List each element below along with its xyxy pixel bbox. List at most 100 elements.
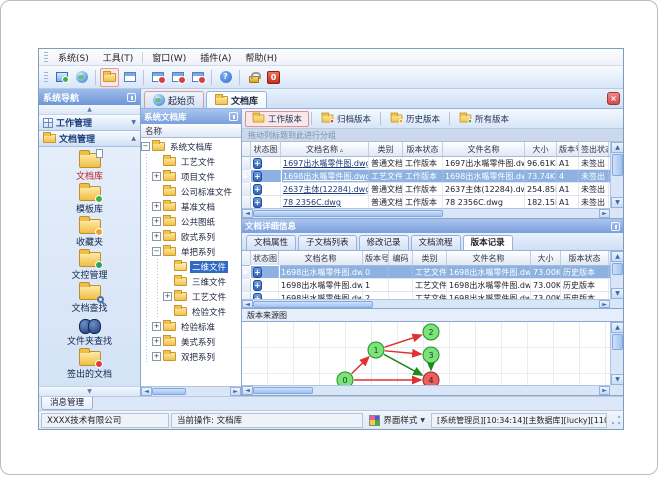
detail-tab-5[interactable]: 版本记录 xyxy=(462,235,513,250)
table-row[interactable]: +2637主体(12284).dwg 普通文档 工作版本 2637主体(12284).… xyxy=(242,183,610,196)
menu-grip[interactable] xyxy=(44,51,48,63)
scroll-left-icon[interactable]: ◄ xyxy=(141,387,152,396)
detail-tab-1[interactable]: 文档属性 xyxy=(246,235,297,250)
detail-table-hscrollbar[interactable]: ◄ ► xyxy=(242,299,610,308)
column-header-4[interactable]: 编码 xyxy=(389,251,413,265)
ui-style-dropdown[interactable]: 界面样式 ▼ xyxy=(365,414,429,426)
tree-node[interactable]: + 欧式系列 xyxy=(141,229,241,244)
column-header-3[interactable]: 类别 xyxy=(369,142,403,156)
sidebar-scroll-up[interactable]: ▲ xyxy=(39,105,140,115)
column-header-4[interactable]: 版本状态 xyxy=(403,142,443,156)
main-table-vscrollbar[interactable]: ▲ ▼ xyxy=(610,142,623,208)
menu-item-5[interactable]: 帮助(H) xyxy=(238,50,284,65)
tab-start-page[interactable]: 起始页 xyxy=(144,91,205,108)
tree-expander-icon[interactable]: + xyxy=(152,202,161,211)
column-header-2[interactable]: 文档名称 ▵ xyxy=(281,142,369,156)
toolbar-grip[interactable] xyxy=(44,71,48,83)
detail-tab-2[interactable]: 子文档列表 xyxy=(298,235,357,250)
graph-hscrollbar[interactable]: ◄ ► xyxy=(242,385,610,395)
table-row[interactable]: ▶ +1698出水嘴零件图.dwg 工艺文件 工作版本 1698出水嘴零件图.dwg 73… xyxy=(242,169,610,183)
column-header-2[interactable]: 文档名称 xyxy=(279,251,363,265)
main-table-hscrollbar[interactable]: ◄ ► xyxy=(242,208,610,218)
detail-tab-3[interactable]: 修改记录 xyxy=(358,235,409,250)
scroll-right-icon[interactable]: ► xyxy=(230,387,241,396)
scrollbar-thumb[interactable] xyxy=(611,154,623,176)
sidebar-item-template-library[interactable]: 模板库 xyxy=(44,183,136,216)
table-row[interactable]: +78 2356C.dwg普通文档工作版本78 2356C.dwg182.15K… xyxy=(242,196,610,208)
scroll-up-icon[interactable]: ▲ xyxy=(611,322,623,333)
scroll-left-icon[interactable]: ◄ xyxy=(242,300,253,308)
close-tab-icon[interactable]: × xyxy=(607,92,620,105)
scroll-left-icon[interactable]: ◄ xyxy=(242,386,253,395)
tree-expander-icon[interactable]: + xyxy=(152,232,161,241)
detail-table-vscrollbar[interactable]: ▲ ▼ xyxy=(610,251,623,299)
tree-expander-icon[interactable]: + xyxy=(152,352,161,361)
toolbar-button-table-window[interactable] xyxy=(120,68,139,87)
sidebar-scroll-down[interactable]: ▼ xyxy=(39,386,140,396)
tree-node[interactable]: + 公共图纸 xyxy=(141,214,241,229)
tree-node[interactable]: + 美式系列 xyxy=(141,334,241,349)
sidebar-group-document[interactable]: 文档管理 ▲ xyxy=(39,131,140,147)
tree-node[interactable]: − 单把系列 xyxy=(141,244,241,259)
column-header-1[interactable]: 状态图 xyxy=(251,142,281,156)
table-row[interactable]: +1697出水嘴零件图.dwg 普通文档 工作版本 1697出水嘴零件图.dwg 96.… xyxy=(242,157,610,170)
scroll-up-icon[interactable]: ▲ xyxy=(611,142,623,153)
toolbar-button-exit[interactable]: 0 xyxy=(264,68,283,87)
sidebar-item-favorites[interactable]: 收藏夹 xyxy=(44,216,136,249)
toolbar-button-window-close-badge[interactable] xyxy=(148,68,167,87)
toolbar-button-lock[interactable] xyxy=(244,68,263,87)
sidebar-item-doc-control[interactable]: 文控管理 xyxy=(44,249,136,282)
pin-icon[interactable] xyxy=(611,221,620,231)
toolbar-button-globe[interactable] xyxy=(72,68,91,87)
tree-node[interactable]: + 项目文件 xyxy=(141,169,241,184)
tree-node[interactable]: + 基准文档 xyxy=(141,199,241,214)
tree-node[interactable]: 二维文件 xyxy=(141,259,241,274)
scroll-right-icon[interactable]: ► xyxy=(599,209,610,218)
sidebar-item-doc-search[interactable]: 文档查找 xyxy=(44,282,136,315)
menu-item-1[interactable]: 系统(S) xyxy=(51,50,96,65)
scroll-down-icon[interactable]: ▼ xyxy=(611,374,623,385)
scrollbar-thumb[interactable] xyxy=(611,263,623,275)
column-header-7[interactable]: 大小 xyxy=(531,251,561,265)
toolbar-button-help[interactable]: ? xyxy=(216,68,235,87)
button-archive-version[interactable]: 归档版本 xyxy=(314,111,378,127)
tree-expander-icon[interactable]: + xyxy=(163,292,172,301)
detail-tab-4[interactable]: 文档流程 xyxy=(410,235,461,250)
scrollbar-thumb[interactable] xyxy=(253,301,373,308)
toolbar-button-window-stop-badge[interactable] xyxy=(188,68,207,87)
pin-icon[interactable] xyxy=(229,112,238,121)
column-header-5[interactable]: 文件名称 xyxy=(443,142,525,156)
table-row[interactable]: +1698出水嘴零件图.dwg 2 工艺文件 1698出水嘴零件图.dwg 73.00K… xyxy=(242,292,610,299)
graph-vscrollbar[interactable]: ▲ ▼ xyxy=(610,322,623,385)
tree-expander-icon[interactable]: + xyxy=(152,172,161,181)
tree-expander-icon[interactable]: + xyxy=(152,322,161,331)
tree-expander-icon[interactable]: − xyxy=(152,247,161,256)
tab-doc-library[interactable]: 文档库 xyxy=(206,91,268,108)
sidebar-item-checked-out-docs[interactable]: 签出的文档 xyxy=(44,348,136,381)
column-header-1[interactable]: 状态图 xyxy=(251,251,279,265)
scrollbar-thumb[interactable] xyxy=(253,387,313,394)
column-header-7[interactable]: 版本号 xyxy=(557,142,579,156)
tree-node[interactable]: + 检验标准 xyxy=(141,319,241,334)
sidebar-item-folder-search[interactable]: 文件夹查找 xyxy=(44,317,136,348)
scrollbar-thumb[interactable] xyxy=(253,210,443,217)
resize-grip[interactable] xyxy=(611,415,621,425)
tree-expander-icon[interactable]: + xyxy=(152,337,161,346)
tree-expander-icon[interactable]: + xyxy=(152,217,161,226)
tree-node[interactable]: 工艺文件 xyxy=(141,154,241,169)
scroll-right-icon[interactable]: ► xyxy=(599,386,610,395)
table-row[interactable]: +1698出水嘴零件图.dwg 1 工艺文件 1698出水嘴零件图.dwg 73.00K… xyxy=(242,279,610,292)
column-header-6[interactable]: 文件名称 xyxy=(447,251,531,265)
scroll-down-icon[interactable]: ▼ xyxy=(611,288,623,299)
scroll-down-icon[interactable]: ▼ xyxy=(611,197,623,208)
tree-node[interactable]: + 工艺文件 xyxy=(141,289,241,304)
scrollbar-thumb[interactable] xyxy=(611,334,623,350)
table-row[interactable]: ▶ +1698出水嘴零件图.dwg 0 工艺文件 1698出水嘴零件图.dwg 73.00… xyxy=(242,265,610,279)
tree-node[interactable]: − 系统文档库 xyxy=(141,139,241,154)
column-header-8[interactable]: 版本状态 xyxy=(561,251,609,265)
sidebar-group-work[interactable]: 工作管理 ▼ xyxy=(39,115,140,131)
menu-item-3[interactable]: 窗口(W) xyxy=(145,50,193,65)
tree-expander-icon[interactable]: − xyxy=(141,142,150,151)
menu-item-4[interactable]: 插件(A) xyxy=(193,50,238,65)
tab-message-management[interactable]: 消息管理 xyxy=(41,397,94,410)
